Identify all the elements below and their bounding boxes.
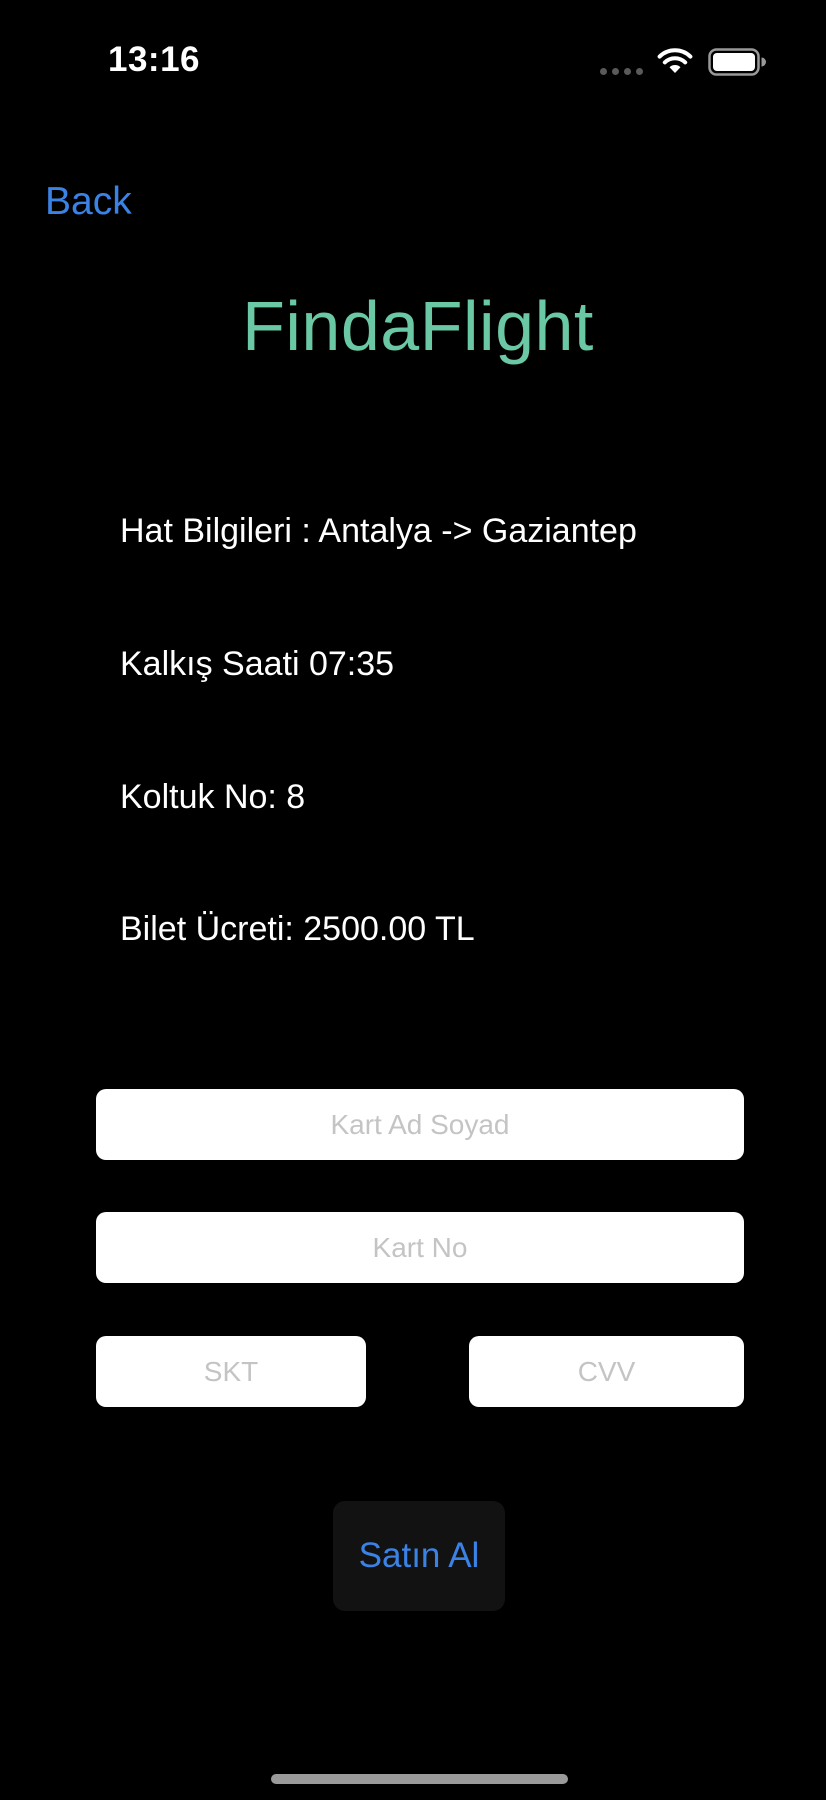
departure-time: Kalkış Saati 07:35 xyxy=(120,645,395,683)
card-number-input[interactable] xyxy=(96,1212,744,1283)
back-button[interactable]: Back xyxy=(45,180,132,224)
card-cvv-input[interactable] xyxy=(469,1336,744,1407)
status-time: 13:16 xyxy=(108,40,201,79)
buy-button[interactable]: Satın Al xyxy=(333,1501,505,1611)
home-indicator[interactable] xyxy=(271,1774,568,1784)
battery-icon xyxy=(708,48,766,76)
route-info: Hat Bilgileri : Antalya -> Gaziantep xyxy=(120,512,637,550)
signal-dots-icon xyxy=(600,68,643,75)
card-expiry-input[interactable] xyxy=(96,1336,366,1407)
wifi-icon xyxy=(657,48,693,73)
card-name-input[interactable] xyxy=(96,1089,744,1160)
ticket-price: Bilet Ücreti: 2500.00 TL xyxy=(120,910,475,948)
seat-number: Koltuk No: 8 xyxy=(120,778,306,816)
status-bar: 13:16 xyxy=(0,0,826,120)
page-title: FindaFlight xyxy=(242,287,594,365)
